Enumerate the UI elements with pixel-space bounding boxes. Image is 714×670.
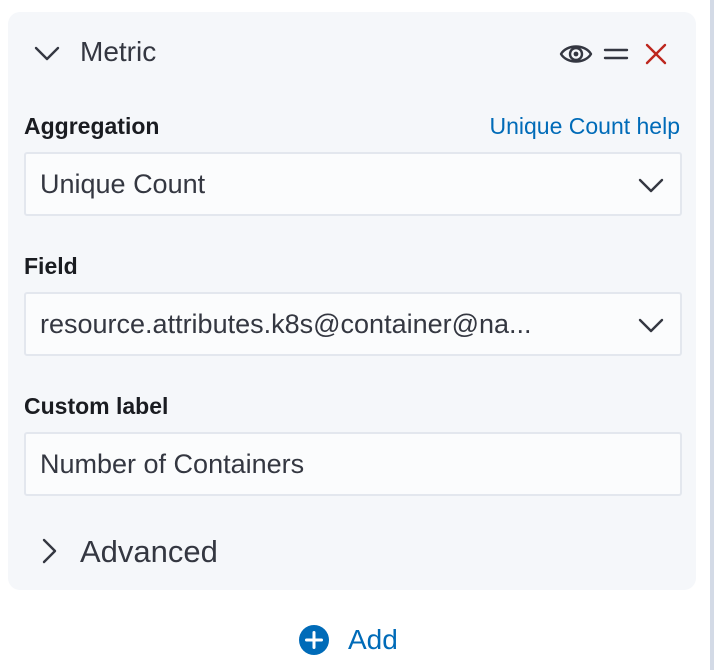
plus-circle-icon (299, 625, 329, 655)
chevron-down-icon (638, 318, 664, 333)
eye-icon (559, 45, 593, 63)
field-label-row: Field (24, 250, 680, 282)
aggregation-value: Unique Count (40, 169, 206, 199)
advanced-toggle[interactable]: Advanced (32, 530, 292, 574)
field-select[interactable]: resource.attributes.k8s@container@na... (24, 292, 682, 356)
toggle-visibility-button[interactable] (558, 36, 594, 72)
close-icon (645, 43, 667, 65)
aggregation-label: Aggregation (24, 113, 160, 139)
drag-handle-icon (603, 48, 629, 60)
advanced-chevron (36, 538, 62, 564)
chevron-down-icon (34, 46, 60, 61)
custom-label-label: Custom label (24, 393, 169, 419)
metric-panel: Metric Aggregation Unique Count help Uni… (8, 12, 696, 590)
aggregation-label-row: Aggregation Unique Count help (24, 110, 680, 142)
aggregation-select[interactable]: Unique Count (24, 152, 682, 216)
aggregation-help-link[interactable]: Unique Count help (489, 110, 680, 142)
field-dropdown-arrow (638, 312, 664, 338)
add-label: Add (348, 624, 398, 655)
chevron-down-icon (638, 178, 664, 193)
add-metric-button[interactable]: Add (298, 620, 418, 660)
custom-label-input[interactable]: Number of Containers (24, 432, 682, 496)
metric-title: Metric (80, 36, 157, 67)
field-label: Field (24, 253, 78, 279)
metric-header: Metric (8, 12, 696, 92)
custom-label-row: Custom label (24, 390, 680, 422)
field-value: resource.attributes.k8s@container@na... (40, 309, 532, 339)
sidebar-divider (710, 0, 714, 670)
advanced-label: Advanced (80, 534, 218, 569)
remove-metric-button[interactable] (638, 36, 674, 72)
aggregation-dropdown-arrow (638, 172, 664, 198)
drag-handle-button[interactable] (598, 36, 634, 72)
collapse-toggle-button[interactable] (32, 38, 62, 68)
custom-label-value: Number of Containers (40, 449, 305, 479)
chevron-right-icon (42, 538, 57, 564)
